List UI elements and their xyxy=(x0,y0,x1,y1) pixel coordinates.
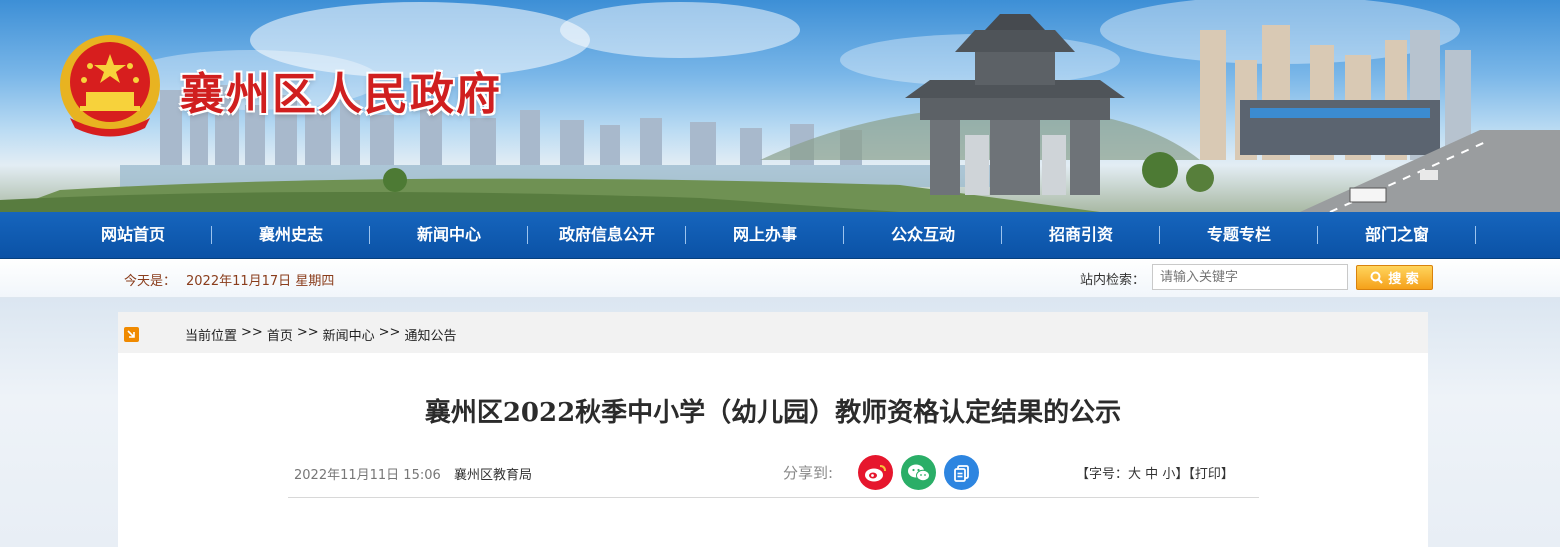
breadcrumb: 当前位置 >> 首页 >> 新闻中心 >> 通知公告 xyxy=(185,325,456,344)
nav-item-label: 新闻中心 xyxy=(416,225,481,244)
print-button[interactable]: 【打印】 xyxy=(1188,467,1234,482)
breadcrumb-notices-link[interactable]: 通知公告 xyxy=(404,325,456,344)
publish-date: 2022年11月11日 15:06 xyxy=(294,468,441,483)
nav-item-label: 政府信息公开 xyxy=(558,225,655,244)
nav-item-label: 公众互动 xyxy=(890,225,955,244)
share-qzone-button[interactable] xyxy=(944,455,979,490)
article-source: 襄州区教育局 xyxy=(454,468,533,483)
search-icon xyxy=(1370,271,1384,284)
font-size-small-button[interactable]: 小 xyxy=(1162,467,1175,482)
nav-item-gov-info[interactable]: 政府信息公开 xyxy=(528,212,686,258)
nav-item-special-topics[interactable]: 专题专栏 xyxy=(1160,212,1318,258)
national-emblem-icon xyxy=(60,35,160,137)
share-weibo-button[interactable] xyxy=(858,455,893,490)
article-title: 襄州区2022秋季中小学（幼儿园）教师资格认定结果的公示 xyxy=(424,398,1122,428)
font-size-suffix: 】 xyxy=(1175,467,1189,482)
share-wechat-button[interactable] xyxy=(901,455,936,490)
breadcrumb-home-link[interactable]: 首页 xyxy=(267,325,293,344)
nav-item-label: 网站首页 xyxy=(100,225,165,244)
today-label: 今天是： xyxy=(124,274,177,289)
nav-item-public-interaction[interactable]: 公众互动 xyxy=(844,212,1002,258)
search-input[interactable] xyxy=(1152,264,1348,290)
nav-item-label: 专题专栏 xyxy=(1206,225,1271,244)
breadcrumb-label: 当前位置 xyxy=(185,329,238,344)
info-bar: 今天是： 2022年11月17日 星期四 站内检索： 搜 索 xyxy=(0,259,1560,298)
share-label: 分享到: xyxy=(783,464,834,482)
font-size-large-button[interactable]: 大 xyxy=(1128,467,1141,482)
qzone-icon xyxy=(953,464,969,482)
nav-separator xyxy=(1475,226,1476,244)
weibo-icon xyxy=(864,464,886,481)
nav-item-news[interactable]: 新闻中心 xyxy=(370,212,528,258)
search-button-label: 搜 索 xyxy=(1388,272,1419,287)
search-button[interactable]: 搜 索 xyxy=(1356,265,1433,290)
today-date: 今天是： 2022年11月17日 星期四 xyxy=(124,270,334,289)
breadcrumb-news-link[interactable]: 新闻中心 xyxy=(323,325,375,344)
location-arrow-icon xyxy=(124,327,139,342)
header-banner: 襄州区人民政府 xyxy=(0,0,1560,212)
meta-divider xyxy=(288,497,1259,498)
nav-item-investment[interactable]: 招商引资 xyxy=(1002,212,1160,258)
nav-items: 网站首页 襄州史志 新闻中心 政府信息公开 网上办事 公众互动 招商引资 专题专… xyxy=(54,212,1480,258)
nav-item-online-services[interactable]: 网上办事 xyxy=(686,212,844,258)
nav-item-label: 部门之窗 xyxy=(1364,225,1429,244)
search-label: 站内检索： xyxy=(1080,273,1146,288)
breadcrumb-separator: >> xyxy=(378,325,401,340)
site-title[interactable]: 襄州区人民政府 xyxy=(180,58,502,122)
nav-item-home[interactable]: 网站首页 xyxy=(54,212,212,258)
nav-item-departments[interactable]: 部门之窗 xyxy=(1318,212,1476,258)
wechat-icon xyxy=(907,464,930,481)
font-size-controls: 【字号：大 中 小】【打印】 xyxy=(1076,463,1234,482)
breadcrumb-separator: >> xyxy=(241,325,263,340)
today-value: 2022年11月17日 星期四 xyxy=(186,274,335,289)
nav-item-label: 网上办事 xyxy=(732,225,797,244)
font-size-prefix: 【字号： xyxy=(1076,467,1129,482)
font-size-medium-button[interactable]: 中 xyxy=(1145,467,1158,482)
main-nav: 网站首页 襄州史志 新闻中心 政府信息公开 网上办事 公众互动 招商引资 专题专… xyxy=(0,212,1560,259)
nav-item-label: 襄州史志 xyxy=(258,225,323,244)
nav-item-history[interactable]: 襄州史志 xyxy=(212,212,370,258)
nav-item-label: 招商引资 xyxy=(1048,225,1113,244)
breadcrumb-separator: >> xyxy=(296,325,319,340)
